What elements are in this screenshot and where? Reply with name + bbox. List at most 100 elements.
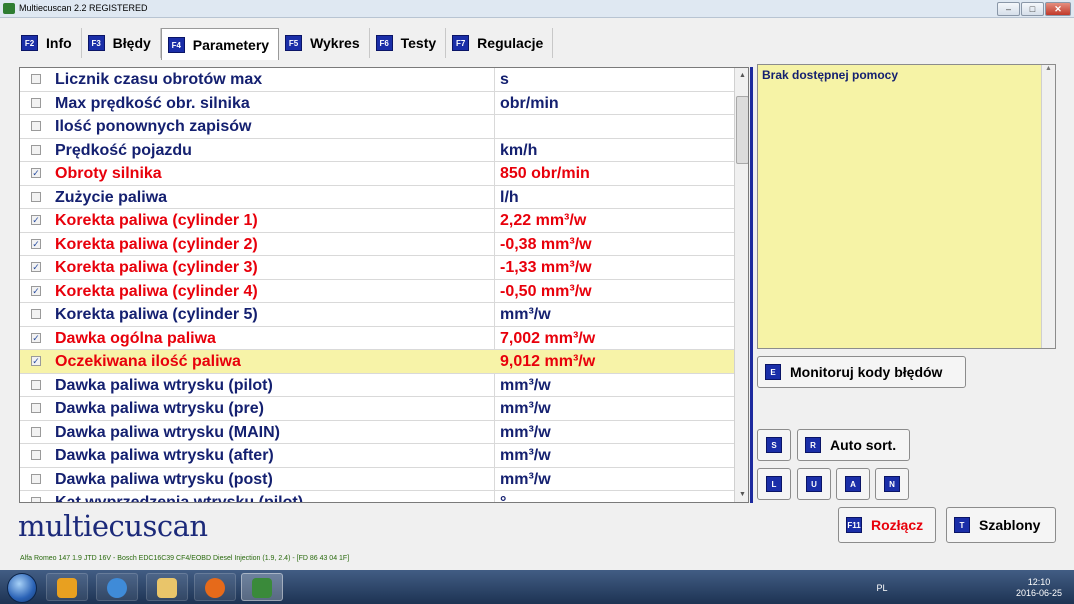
tab-adjustments[interactable]: F7 Regulacje — [446, 28, 554, 58]
parameter-row[interactable]: Prędkość pojazdu km/h — [20, 139, 748, 162]
language-indicator[interactable]: PL — [852, 583, 912, 593]
parameter-checkbox[interactable]: ✓ — [31, 285, 41, 296]
templates-button[interactable]: T Szablony — [946, 507, 1056, 543]
f4-key-icon: F4 — [167, 36, 185, 53]
f2-key-icon: F2 — [21, 35, 38, 51]
parameter-row[interactable]: ✓ Korekta paliwa (cylinder 4) -0,50 mm³/w — [20, 280, 748, 303]
help-scrollbar[interactable]: ▲ — [1041, 65, 1055, 348]
parameter-checkbox[interactable] — [31, 121, 41, 131]
parameter-value: ° — [500, 494, 507, 503]
parameter-row[interactable]: Dawka paliwa wtrysku (pre) mm³/w — [20, 397, 748, 421]
parameter-checkbox[interactable] — [31, 97, 41, 108]
close-button[interactable]: ✕ — [1045, 2, 1071, 16]
tab-parameters[interactable]: F4 Parametery — [160, 28, 280, 60]
parameter-row[interactable]: ✓ Obroty silnika 850 obr/min — [20, 162, 748, 186]
parameter-row[interactable]: Ilość ponownych zapisów — [20, 115, 748, 139]
scroll-down-icon[interactable]: ▼ — [735, 487, 748, 502]
taskbar-ie-icon[interactable] — [96, 573, 138, 601]
parameter-checkbox[interactable]: ✓ — [31, 215, 41, 225]
parameter-name: Korekta paliwa (cylinder 1) — [55, 212, 258, 229]
parameter-row[interactable]: ✓ Korekta paliwa (cylinder 2) -0,38 mm³/w — [20, 233, 748, 256]
parameter-row[interactable]: Max prędkość obr. silnika obr/min — [20, 92, 748, 115]
parameter-row[interactable]: Dawka paliwa wtrysku (post) mm³/w — [20, 468, 748, 491]
panel-divider — [750, 67, 753, 503]
parameter-row[interactable]: ✓ Korekta paliwa (cylinder 3) -1,33 mm³/w — [20, 256, 748, 280]
parameter-value: -0,50 mm³/w — [500, 282, 592, 300]
tab-chart[interactable]: F5 Wykres — [279, 28, 370, 58]
list-scrollbar[interactable]: ▲ ▼ — [734, 68, 748, 502]
maximize-button[interactable]: □ — [1021, 2, 1044, 16]
monitor-errors-button[interactable]: E Monitoruj kody błędów — [757, 356, 966, 388]
parameter-name: Korekta paliwa (cylinder 5) — [55, 306, 258, 323]
parameter-row[interactable]: Korekta paliwa (cylinder 5) mm³/w — [20, 303, 748, 327]
minimize-button[interactable]: – — [997, 2, 1020, 16]
tab-info[interactable]: F2 Info — [15, 28, 82, 58]
app-icon — [3, 3, 15, 14]
e-key-icon: E — [765, 364, 781, 380]
parameter-checkbox[interactable] — [31, 144, 41, 155]
parameter-checkbox[interactable] — [31, 497, 41, 502]
parameter-value: s — [500, 71, 509, 88]
parameter-list[interactable]: Licznik czasu obrotów max s Max prędkość o… — [19, 67, 749, 503]
tab-bar: F2 Info F3 Błędy F4 Parametery F5 Wykres F6 T… — [15, 28, 554, 60]
taskbar-firefox-icon[interactable] — [194, 573, 236, 601]
parameter-name: Dawka paliwa wtrysku (pre) — [55, 400, 264, 417]
parameter-value: mm³/w — [500, 470, 551, 488]
parameter-row[interactable]: ✓ Oczekiwana ilość paliwa 9,012 mm³/w — [20, 350, 748, 374]
taskbar-explorer-icon[interactable] — [146, 573, 188, 601]
parameter-row[interactable]: Dawka paliwa wtrysku (MAIN) mm³/w — [20, 421, 748, 444]
parameter-name: Licznik czasu obrotów max — [55, 71, 263, 88]
parameter-checkbox[interactable] — [31, 426, 41, 437]
disconnect-button[interactable]: F11 Rozłącz — [838, 507, 936, 543]
parameter-row[interactable]: Dawka paliwa wtrysku (after) mm³/w — [20, 444, 748, 468]
r-key-icon: R — [805, 437, 821, 453]
parameter-value: mm³/w — [500, 376, 551, 394]
parameter-name: Dawka ogólna paliwa — [55, 329, 216, 347]
parameter-value: l/h — [500, 188, 519, 206]
parameter-value: -1,33 mm³/w — [500, 259, 592, 276]
start-button[interactable] — [7, 573, 37, 603]
parameter-checkbox[interactable] — [31, 450, 41, 460]
u-button[interactable]: U — [797, 468, 831, 500]
scroll-thumb[interactable] — [736, 96, 748, 164]
parameter-row[interactable]: Licznik czasu obrotów max s — [20, 68, 748, 92]
parameter-value: -0,38 mm³/w — [500, 235, 592, 253]
parameter-checkbox[interactable]: ✓ — [31, 168, 41, 178]
parameter-value: 7,002 mm³/w — [500, 329, 596, 347]
clock[interactable]: 12:10 2016-06-25 — [1014, 577, 1064, 599]
parameter-name: Dawka paliwa wtrysku (MAIN) — [55, 423, 280, 441]
parameter-name: Dawka paliwa wtrysku (post) — [55, 470, 273, 488]
tab-tests[interactable]: F6 Testy — [370, 28, 447, 58]
parameter-checkbox[interactable] — [31, 403, 41, 413]
parameter-checkbox[interactable]: ✓ — [31, 238, 41, 249]
parameter-checkbox[interactable] — [31, 74, 41, 84]
taskbar-multiecuscan-icon[interactable] — [241, 573, 283, 601]
parameter-value: obr/min — [500, 94, 559, 112]
f5-key-icon: F5 — [285, 35, 303, 51]
tab-label: Testy — [400, 35, 437, 51]
parameter-checkbox[interactable] — [31, 309, 41, 319]
scroll-up-icon[interactable]: ▲ — [735, 68, 748, 83]
parameter-row[interactable]: Zużycie paliwa l/h — [20, 186, 748, 209]
n-button[interactable]: N — [875, 468, 909, 500]
tab-label: Parametery — [192, 36, 270, 53]
parameter-checkbox[interactable] — [31, 473, 41, 484]
parameter-name: Prędkość pojazdu — [55, 141, 192, 159]
a-button[interactable]: A — [836, 468, 870, 500]
f7-key-icon: F7 — [452, 35, 470, 51]
parameter-row[interactable]: ✓ Dawka ogólna paliwa 7,002 mm³/w — [20, 327, 748, 350]
parameter-checkbox[interactable] — [31, 379, 41, 390]
tab-errors[interactable]: F3 Błędy — [82, 28, 161, 58]
parameter-row[interactable]: ✓ Korekta paliwa (cylinder 1) 2,22 mm³/w — [20, 209, 748, 233]
parameter-row[interactable]: Dawka paliwa wtrysku (pilot) mm³/w — [20, 374, 748, 397]
s-button[interactable]: S — [757, 429, 791, 461]
l-button[interactable]: L — [757, 468, 791, 500]
parameter-checkbox[interactable] — [31, 191, 41, 202]
parameter-checkbox[interactable]: ✓ — [31, 262, 41, 272]
parameter-checkbox[interactable]: ✓ — [31, 332, 41, 343]
taskbar-outlook-icon[interactable] — [46, 573, 88, 601]
parameter-value: mm³/w — [500, 400, 551, 417]
auto-sort-button[interactable]: R Auto sort. — [797, 429, 910, 461]
parameter-row[interactable]: Kąt wyprzedzenia wtrysku (pilot) ° — [20, 491, 748, 503]
parameter-checkbox[interactable]: ✓ — [31, 356, 41, 366]
